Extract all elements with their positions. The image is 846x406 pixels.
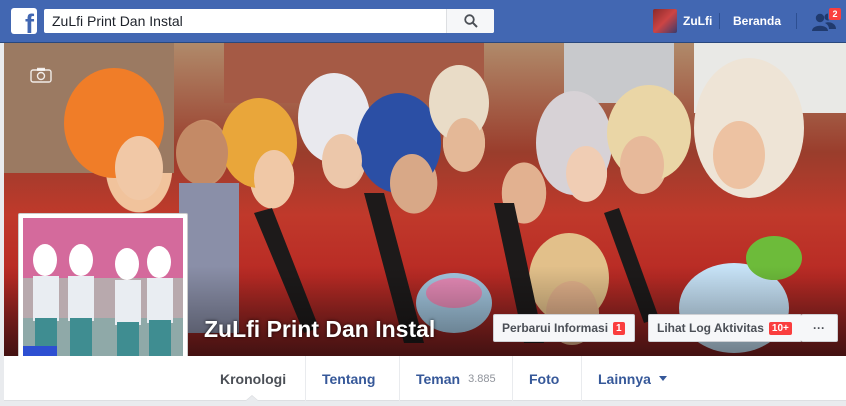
active-tab-indicator: [245, 395, 259, 401]
camera-icon[interactable]: [30, 67, 52, 83]
more-options-icon: ···: [813, 321, 825, 335]
tab-friends[interactable]: Teman 3.885: [400, 356, 513, 401]
update-info-button[interactable]: Perbarui Informasi 1: [493, 314, 635, 342]
search-input[interactable]: [44, 9, 446, 33]
top-navigation-bar: f ZuLfi Beranda 2: [0, 0, 846, 43]
page-title[interactable]: ZuLfi Print Dan Instal: [204, 316, 435, 343]
tab-label: Foto: [529, 370, 560, 387]
tab-label: Teman: [416, 370, 461, 387]
friends-count: 3.885: [468, 372, 496, 385]
search-icon: [463, 14, 478, 28]
profile-tab-bar: Kronologi Tentang Teman 3.885 Foto Lainn…: [4, 356, 846, 401]
activity-log-count-badge: 10+: [768, 321, 792, 335]
nav-profile-link[interactable]: ZuLfi: [653, 9, 712, 33]
avatar: [653, 9, 677, 33]
more-options-button[interactable]: ···: [801, 314, 838, 342]
tab-label: Kronologi: [220, 370, 287, 387]
tab-photos[interactable]: Foto: [513, 356, 582, 401]
nav-home-link[interactable]: Beranda: [733, 14, 781, 28]
facebook-logo-icon[interactable]: f: [11, 8, 37, 34]
search-box: [44, 9, 494, 33]
nav-user-name: ZuLfi: [683, 14, 713, 28]
facebook-logo-letter: f: [25, 9, 34, 35]
tab-label: Tentang: [322, 370, 376, 387]
profile-picture-image: [23, 218, 183, 378]
search-button[interactable]: [446, 9, 494, 33]
tab-about[interactable]: Tentang: [306, 356, 400, 401]
friend-requests-badge: 2: [828, 7, 842, 21]
tab-more[interactable]: Lainnya: [582, 356, 676, 401]
update-info-count-badge: 1: [613, 321, 625, 335]
activity-log-label: Lihat Log Aktivitas: [657, 321, 764, 335]
tab-label: Lainnya: [598, 370, 651, 387]
activity-log-button[interactable]: Lihat Log Aktivitas 10+: [648, 314, 802, 342]
caret-down-icon: [658, 376, 667, 381]
update-info-label: Perbarui Informasi: [502, 321, 609, 335]
profile-photo-scene: [23, 218, 183, 378]
nav-divider: [719, 13, 720, 29]
nav-divider: [796, 13, 797, 29]
